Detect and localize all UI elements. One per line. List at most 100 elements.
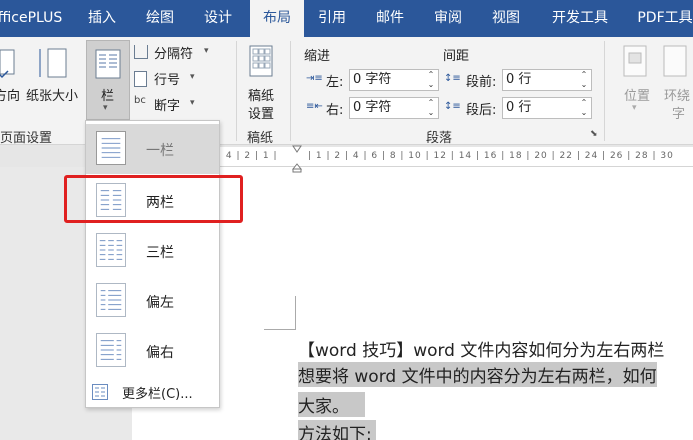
tab-pdf-tools[interactable]: PDF工具 <box>630 0 693 37</box>
tab-design[interactable]: 设计 <box>196 0 240 37</box>
position-chevron-icon: ▾ <box>632 103 637 113</box>
document-line-3: 大家。 <box>298 392 365 417</box>
line-numbers-button[interactable]: 行号 ▾ <box>134 69 204 89</box>
columns-option-one[interactable]: 一栏 <box>86 124 219 174</box>
wrap-text-label: 环绕 <box>664 89 691 104</box>
tab-mailings[interactable]: 邮件 <box>368 0 412 37</box>
breaks-label: 分隔符 <box>154 47 194 62</box>
dialog-launcher-icon[interactable]: ⬊ <box>590 129 598 139</box>
spacing-before-value: 0 行 <box>506 72 532 87</box>
orientation-button[interactable]: 方向 <box>0 41 21 104</box>
columns-label: 栏 <box>101 89 115 104</box>
breaks-chevron-icon: ▾ <box>204 46 209 56</box>
hyphenation-icon: bc <box>134 95 146 106</box>
draft-paper-label-1: 稿纸 <box>248 89 275 104</box>
paper-size-button[interactable]: 纸张大小 <box>26 41 84 105</box>
tab-view[interactable]: 视图 <box>484 0 528 37</box>
more-columns-item[interactable]: 更多栏(C)... <box>86 377 219 407</box>
document-line-4: 方法如下: <box>298 420 376 440</box>
highlight-annotation-box <box>64 175 243 223</box>
indent-right-label: 右: <box>326 103 344 118</box>
tab-insert[interactable]: 插入 <box>80 0 124 37</box>
paragraph-group-label: 段落 <box>426 131 453 146</box>
spacing-after-label: 段后: <box>466 103 497 118</box>
columns-option-three[interactable]: 三栏 <box>86 226 219 276</box>
page-margin-corner <box>264 296 296 330</box>
position-icon <box>623 45 647 77</box>
hyphenation-chevron-icon: ▾ <box>190 98 195 108</box>
draft-paper-button[interactable]: 稿纸 设置 <box>242 41 282 122</box>
breaks-icon <box>134 45 148 59</box>
ruler-left-numbers: | 4 | 2 | 1 | <box>218 151 278 161</box>
three-columns-icon <box>96 233 126 267</box>
left-column-icon <box>96 283 126 317</box>
tab-officeplus[interactable]: fficePLUS <box>0 0 66 37</box>
draft-group-label: 稿纸 <box>247 131 274 146</box>
position-button[interactable]: 位置 ▾ <box>618 41 658 121</box>
line-numbers-label: 行号 <box>154 73 181 88</box>
spin-up-icon[interactable]: ⌃ <box>426 70 436 80</box>
tab-review[interactable]: 审阅 <box>426 0 470 37</box>
indent-right-value: 0 字符 <box>353 100 392 115</box>
spacing-before-icon: ↕≡ <box>444 73 461 84</box>
spacing-after-input[interactable]: 0 行 ⌃ ⌄ <box>502 97 592 119</box>
spin-up-icon[interactable]: ⌃ <box>579 70 589 80</box>
spin-down-icon[interactable]: ⌄ <box>426 108 436 118</box>
columns-option-label: 一栏 <box>146 143 174 159</box>
more-columns-icon <box>92 384 108 400</box>
indent-right-input[interactable]: 0 字符 ⌃ ⌄ <box>349 97 439 119</box>
columns-option-label: 偏右 <box>146 345 174 361</box>
group-divider-3 <box>604 41 605 141</box>
chevron-down-icon: ▾ <box>103 103 108 113</box>
spin-down-icon[interactable]: ⌄ <box>579 108 589 118</box>
spacing-heading: 间距 <box>443 49 470 64</box>
draft-paper-label-2: 设置 <box>248 107 275 122</box>
one-column-icon <box>96 131 126 165</box>
wrap-text-button[interactable]: 环绕 字 <box>660 41 693 122</box>
breaks-button[interactable]: 分隔符 ▾ <box>134 43 224 63</box>
page-setup-group-label: 页面设置 <box>0 131 53 146</box>
tab-references[interactable]: 引用 <box>310 0 354 37</box>
spacing-after-value: 0 行 <box>506 100 532 115</box>
paper-size-label: 纸张大小 <box>26 89 79 104</box>
columns-option-right[interactable]: 偏右 <box>86 326 219 376</box>
tab-layout[interactable]: 布局 <box>250 0 304 37</box>
more-columns-label: 更多栏(C)... <box>122 387 193 402</box>
hyphenation-button[interactable]: bc 断字 ▾ <box>134 95 204 115</box>
horizontal-ruler[interactable]: | 4 | 2 | 1 | | 1 | 2 | 4 | 6 | 8 | 10 |… <box>218 147 693 167</box>
spin-down-icon[interactable]: ⌄ <box>426 80 436 90</box>
line-numbers-chevron-icon: ▾ <box>190 72 195 82</box>
ruler-numbers: | 1 | 2 | 4 | 6 | 8 | 10 | 12 | 14 | 16 … <box>308 151 674 161</box>
columns-option-label: 三栏 <box>146 245 174 261</box>
wrap-text-sub: 字 <box>672 107 686 122</box>
ribbon-tab-bar: fficePLUS 插入 绘图 设计 布局 引用 邮件 审阅 视图 开发工具 P… <box>0 0 693 37</box>
draft-paper-icon <box>249 45 273 77</box>
paper-size-icon <box>39 48 67 78</box>
document-line-1: 【word 技巧】word 文件内容如何分为左右两栏 <box>298 341 665 361</box>
tab-draw[interactable]: 绘图 <box>138 0 182 37</box>
wrap-text-icon <box>663 45 687 77</box>
spacing-before-input[interactable]: 0 行 ⌃ ⌄ <box>502 69 592 91</box>
columns-option-left[interactable]: 偏左 <box>86 276 219 326</box>
columns-button[interactable]: 栏 ▾ <box>86 40 130 120</box>
group-divider <box>236 41 237 141</box>
hyphenation-label: 断字 <box>154 99 181 114</box>
indent-left-icon: ⇥≡ <box>306 73 323 84</box>
indent-right-icon: ≡⇤ <box>306 101 323 112</box>
indent-left-value: 0 字符 <box>353 72 392 87</box>
right-column-icon <box>96 333 126 367</box>
columns-dropdown-menu: 一栏 两栏 三栏 偏左 偏右 更多栏(C)... <box>85 120 220 408</box>
spin-down-icon[interactable]: ⌄ <box>579 80 589 90</box>
indent-marker-icon[interactable] <box>292 145 302 173</box>
tab-developer[interactable]: 开发工具 <box>540 0 620 37</box>
columns-option-label: 偏左 <box>146 295 174 311</box>
orientation-label: 方向 <box>0 89 21 104</box>
indent-left-label: 左: <box>326 75 344 90</box>
document-line-2: 想要将 word 文件中的内容分为左右两栏，如何 <box>298 362 657 387</box>
indent-left-input[interactable]: 0 字符 ⌃ ⌄ <box>349 69 439 91</box>
spin-up-icon[interactable]: ⌃ <box>579 98 589 108</box>
spacing-before-label: 段前: <box>466 75 497 90</box>
orientation-icon <box>0 49 15 79</box>
spin-up-icon[interactable]: ⌃ <box>426 98 436 108</box>
group-divider-2 <box>290 41 291 141</box>
